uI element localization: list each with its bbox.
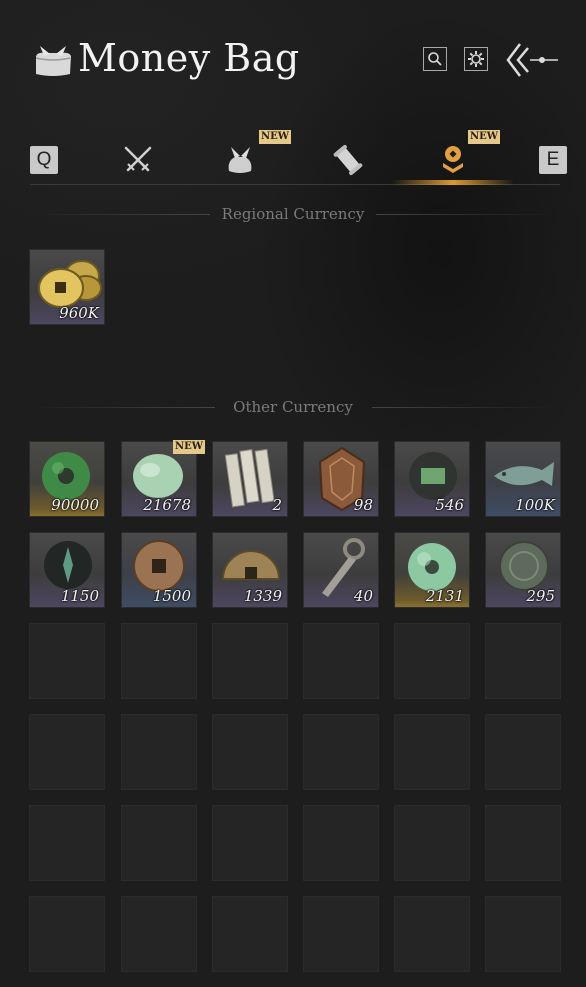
item-quantity: 1150 [60, 587, 99, 605]
item-quantity: 40 [353, 587, 373, 605]
empty-slot[interactable] [212, 896, 288, 972]
section-title-regional: Regional Currency [221, 205, 365, 223]
currency-slot[interactable]: 546 [394, 441, 470, 517]
currency-slot[interactable]: 295 [485, 532, 561, 608]
item-quantity: 90000 [51, 496, 99, 514]
empty-slot[interactable] [121, 805, 197, 881]
empty-slot[interactable] [394, 623, 470, 699]
currency-slot[interactable]: 2131 [394, 532, 470, 608]
empty-slot[interactable] [303, 805, 379, 881]
currency-slot[interactable]: 1500 [121, 532, 197, 608]
empty-slot[interactable] [121, 623, 197, 699]
empty-slot[interactable] [485, 714, 561, 790]
empty-slot[interactable] [29, 623, 105, 699]
empty-slot[interactable] [394, 714, 470, 790]
empty-slot[interactable] [394, 896, 470, 972]
currency-slot[interactable]: 1150 [29, 532, 105, 608]
currency-slot[interactable]: 40 [303, 532, 379, 608]
tab-bundles[interactable] [212, 138, 268, 182]
new-badge: NEW [468, 130, 500, 144]
tab-prev-key[interactable]: Q [30, 146, 58, 174]
empty-slot[interactable] [121, 896, 197, 972]
empty-slot[interactable] [303, 714, 379, 790]
tab-currency[interactable] [425, 138, 481, 182]
tab-scrolls[interactable] [320, 138, 376, 182]
item-quantity: 295 [526, 587, 555, 605]
item-quantity: 2 [272, 496, 282, 514]
empty-slot[interactable] [394, 805, 470, 881]
back-button[interactable] [506, 40, 560, 80]
new-badge: NEW [259, 130, 291, 144]
empty-slot[interactable] [212, 714, 288, 790]
money-bag-icon [32, 42, 74, 78]
scroll-icon [333, 144, 363, 176]
item-quantity: 546 [435, 496, 464, 514]
empty-slot[interactable] [29, 896, 105, 972]
search-icon [428, 52, 442, 66]
tab-next-key[interactable]: E [539, 146, 567, 174]
item-quantity: 98 [353, 496, 373, 514]
empty-slot[interactable] [212, 623, 288, 699]
section-title-other: Other Currency [233, 398, 353, 416]
currency-slot[interactable]: 98 [303, 441, 379, 517]
crossed-swords-icon [124, 146, 152, 172]
header: Money Bag [0, 0, 586, 120]
item-quantity: 1339 [243, 587, 282, 605]
currency-slot[interactable]: 90000 [29, 441, 105, 517]
item-quantity: 960K [59, 304, 99, 322]
currency-slot[interactable]: 1339 [212, 532, 288, 608]
item-quantity: 21678 [143, 496, 191, 514]
settings-icon [468, 51, 484, 67]
back-arrow-icon [506, 43, 558, 77]
settings-button[interactable] [464, 47, 488, 71]
empty-slot[interactable] [29, 805, 105, 881]
currency-slot[interactable]: 960K [29, 249, 105, 325]
empty-slot[interactable] [485, 805, 561, 881]
new-badge: NEW [173, 440, 205, 454]
tab-active-indicator [392, 180, 514, 185]
item-quantity: 1500 [152, 587, 191, 605]
empty-slot[interactable] [121, 714, 197, 790]
item-quantity: 2131 [425, 587, 464, 605]
search-button[interactable] [423, 47, 447, 71]
currency-slot[interactable]: 2 [212, 441, 288, 517]
empty-slot[interactable] [485, 896, 561, 972]
empty-slot[interactable] [303, 623, 379, 699]
empty-slot[interactable] [29, 714, 105, 790]
item-quantity: 100K [515, 496, 555, 514]
currency-slot[interactable]: 100K [485, 441, 561, 517]
bundle-icon [228, 147, 252, 173]
page-title: Money Bag [78, 36, 300, 80]
empty-slot[interactable] [485, 623, 561, 699]
coin-stack-icon [443, 146, 463, 173]
tab-weapons[interactable] [110, 138, 166, 182]
empty-slot[interactable] [212, 805, 288, 881]
empty-slot[interactable] [303, 896, 379, 972]
